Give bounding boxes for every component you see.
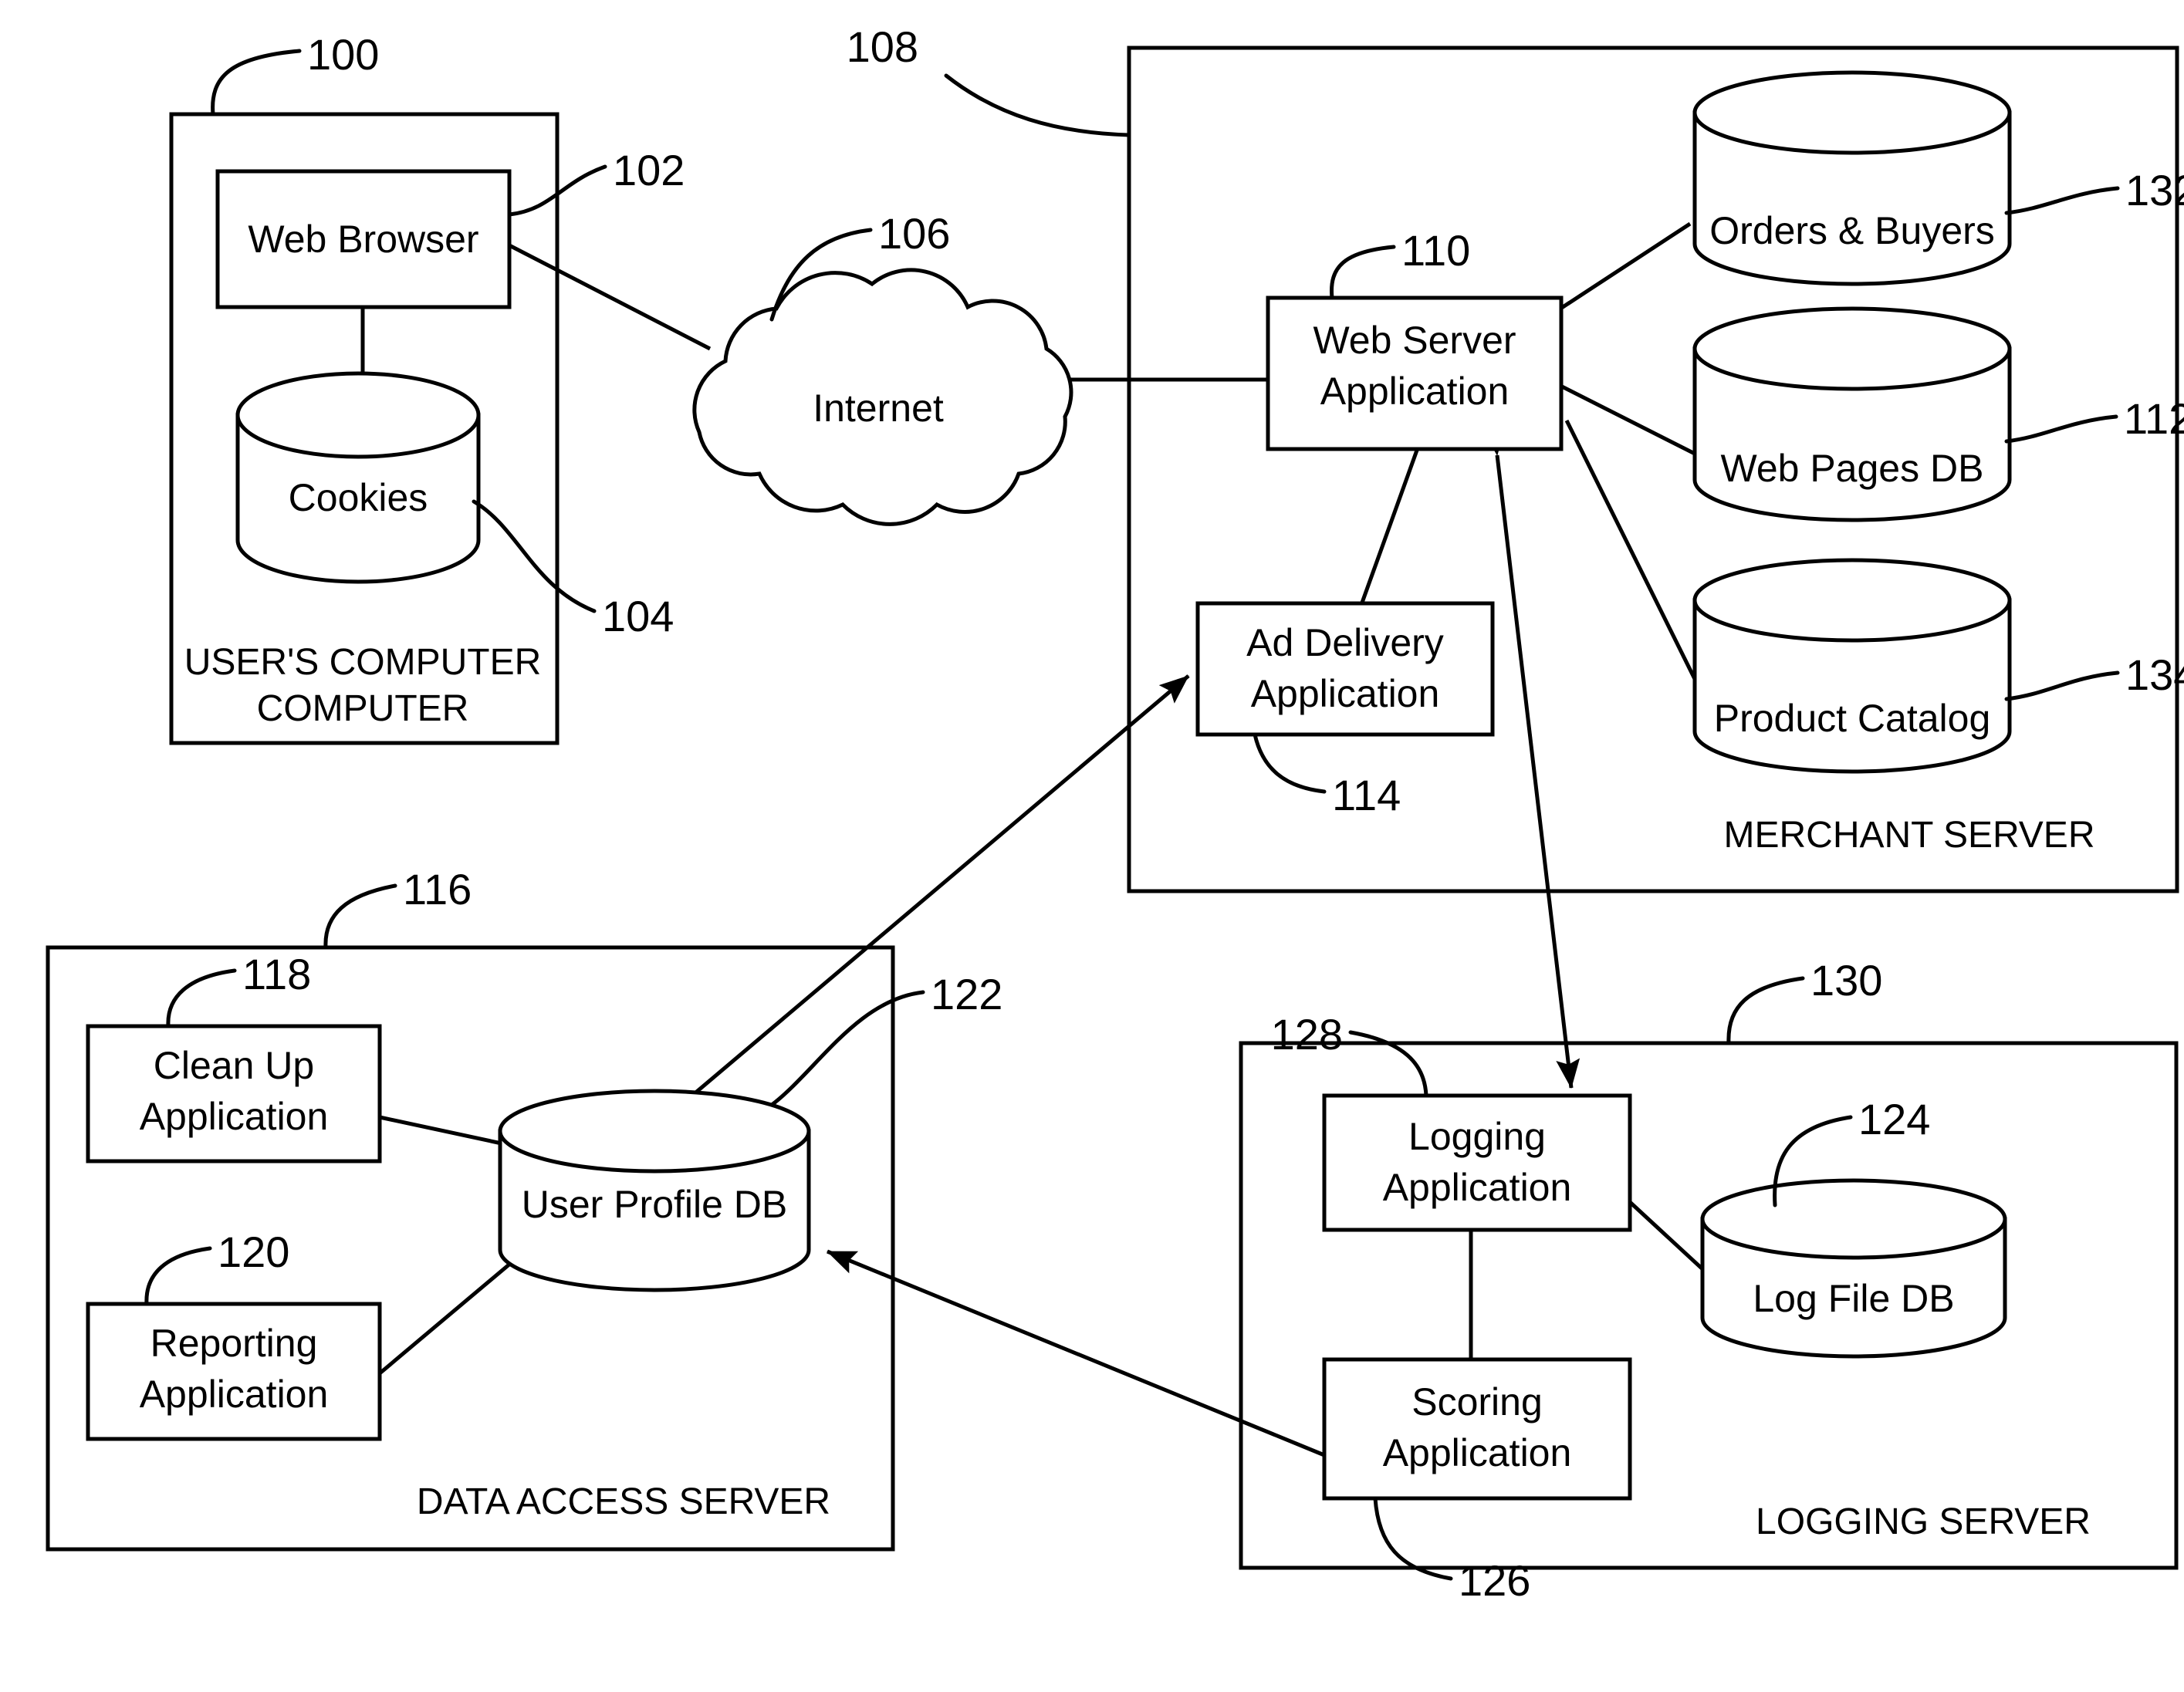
- ref-numeral-112: 112: [2124, 394, 2184, 443]
- node-label-ad-delivery-application: Ad Delivery: [1246, 621, 1444, 664]
- ref-numeral-114: 114: [1332, 771, 1401, 819]
- node-label-scoring-application: Scoring: [1411, 1380, 1543, 1424]
- ref-numeral-126: 126: [1459, 1556, 1530, 1605]
- ref-numeral-118: 118: [242, 950, 311, 998]
- ref-numeral-134: 134: [2125, 650, 2184, 699]
- container-label-users-computer: USER'S COMPUTER: [184, 642, 542, 683]
- node-label-orders-and-buyers: Orders & Buyers: [1709, 209, 1995, 252]
- ref-numeral-124: 124: [1858, 1095, 1930, 1143]
- ref-numeral-110: 110: [1401, 226, 1470, 275]
- node-label-clean-up-application-line2: Application: [140, 1095, 329, 1138]
- ref-numeral-106: 106: [878, 209, 950, 258]
- ref-numeral-120: 120: [218, 1228, 289, 1276]
- node-label-scoring-application-line2: Application: [1383, 1431, 1572, 1474]
- node-label-web-server-application-line2: Application: [1320, 370, 1510, 413]
- container-label-merchant-server: MERCHANT SERVER: [1724, 815, 2095, 856]
- node-label-web-pages-db: Web Pages DB: [1721, 447, 1984, 490]
- node-label-clean-up-application: Clean Up: [154, 1044, 314, 1087]
- node-label-web-server-application: Web Server: [1313, 319, 1516, 362]
- node-label-web-browser: Web Browser: [248, 218, 478, 261]
- figure-canvas: USER'S COMPUTER COMPUTER MERCHANT SERVER…: [0, 0, 2184, 1692]
- node-label-logging-application-line2: Application: [1383, 1166, 1572, 1209]
- container-label-users-computer-line2: COMPUTER: [257, 688, 469, 729]
- node-label-log-file-db: Log File DB: [1753, 1277, 1954, 1320]
- ref-numeral-132: 132: [2125, 166, 2184, 214]
- ref-numeral-128: 128: [1271, 1010, 1343, 1059]
- node-label-ad-delivery-application-line2: Application: [1251, 672, 1440, 715]
- text-svg: USER'S COMPUTER COMPUTER MERCHANT SERVER…: [140, 22, 2184, 1605]
- ref-numeral-130: 130: [1810, 956, 1882, 1005]
- ref-numeral-102: 102: [613, 146, 685, 194]
- ref-numeral-122: 122: [931, 970, 1002, 1018]
- ref-numeral-104: 104: [602, 592, 674, 640]
- ref-numeral-100: 100: [307, 30, 379, 79]
- node-label-product-catalog: Product Catalog: [1714, 697, 1991, 740]
- ref-numeral-108: 108: [847, 22, 918, 71]
- ref-numeral-116: 116: [403, 865, 472, 914]
- node-label-reporting-application-line2: Application: [140, 1373, 329, 1416]
- node-label-reporting-application: Reporting: [150, 1322, 318, 1365]
- node-label-cookies: Cookies: [289, 476, 428, 519]
- container-label-data-access-server: DATA ACCESS SERVER: [417, 1481, 830, 1522]
- node-label-internet: Internet: [813, 387, 944, 430]
- node-label-user-profile-db: User Profile DB: [522, 1183, 788, 1226]
- node-label-logging-application: Logging: [1408, 1115, 1546, 1158]
- container-label-logging-server: LOGGING SERVER: [1756, 1501, 2091, 1542]
